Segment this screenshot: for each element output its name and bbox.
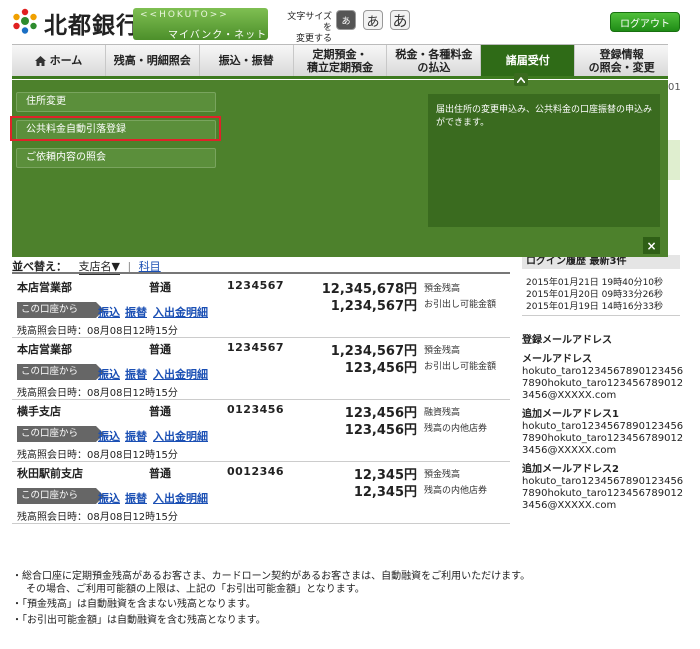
email-section-heading: 登録メールアドレス [522, 335, 612, 346]
branch-name: 秋田駅前支店 [17, 467, 83, 480]
bank-name: 北都銀行 [44, 13, 140, 39]
nav-transfer[interactable]: 振込・振替 [200, 45, 294, 76]
balance-secondary-label: お引出し可能金額 [424, 362, 497, 372]
email-title: メールアドレス [522, 354, 592, 365]
balance-secondary: 123,456円 [344, 361, 417, 376]
font-size-medium-button[interactable]: あ [363, 10, 383, 30]
account-transfer-link[interactable]: 振替 [125, 366, 147, 382]
divider [522, 315, 680, 316]
from-this-account-tag: この口座から [17, 364, 104, 380]
from-this-account-tag: この口座から [17, 302, 104, 318]
nav-applications[interactable]: 諸届受付 [481, 45, 576, 76]
home-icon [34, 55, 46, 66]
banner-subtitle: マイバンク・ネット [168, 30, 268, 41]
bank-logo-icon [13, 8, 37, 34]
account-number: 0123456 [227, 403, 285, 416]
inquiry-time: 残高照会日時：08月08日12時15分 [17, 450, 178, 461]
nav-balance-inquiry[interactable]: 残高・明細照会 [106, 45, 200, 76]
branch-name: 本店営業部 [17, 281, 72, 294]
transfer-link[interactable]: 振込 [98, 366, 120, 382]
inquiry-time: 残高照会日時：08月08日12時15分 [17, 388, 178, 399]
account-number: 0012346 [227, 465, 285, 478]
email-address: hokuto_taro1234567890123456 7890hokuto_t… [522, 421, 684, 456]
close-panel-button[interactable]: × [643, 237, 660, 254]
font-size-small-button[interactable]: あ [336, 10, 356, 30]
branch-name: 横手支店 [17, 405, 61, 418]
statement-link[interactable]: 入出金明細 [153, 490, 208, 506]
balance-secondary: 123,456円 [344, 423, 417, 438]
registered-email-section: 登録メールアドレス メールアドレス hokuto_taro12345678901… [522, 335, 684, 512]
balance-secondary-label: 残高の内他店券 [424, 424, 488, 434]
note-item: 総合口座に定期預金残高があるお客さま、カードローン契約があるお客さまは、自動融資… [12, 571, 572, 596]
highlight-box [10, 116, 221, 141]
account-transfer-link[interactable]: 振替 [125, 304, 147, 320]
from-this-account-tag: この口座から [17, 426, 104, 442]
account-row: 本店営業部 普通 1234567 1,234,567円 預金残高 123,456… [12, 338, 510, 400]
balance-secondary-label: 残高の内他店券 [424, 486, 488, 496]
nav-home-label: ホーム [49, 54, 83, 67]
balance-secondary: 1,234,567円 [330, 299, 417, 314]
balance-secondary: 12,345円 [353, 485, 417, 500]
email-title: 追加メールアドレス1 [522, 409, 619, 420]
menu-description-box: 届出住所の変更申込み、公共料金の口座振替の申込みができます。 [428, 94, 660, 227]
transfer-link[interactable]: 振込 [98, 490, 120, 506]
login-history-entry: 2015年01月20日 09時33分26秒 [526, 290, 664, 300]
account-transfer-link[interactable]: 振替 [125, 490, 147, 506]
login-history-list: 2015年01月21日 19時40分10秒 2015年01月20日 09時33分… [526, 277, 680, 313]
login-history-entry: 2015年01月19日 14時16分33秒 [526, 302, 664, 312]
nav-tax-payment[interactable]: 税金・各種料金 の払込 [387, 45, 482, 76]
transfer-link[interactable]: 振込 [98, 304, 120, 320]
account-row: 秋田駅前支店 普通 0012346 12,345円 預金残高 12,345円 残… [12, 462, 510, 524]
balance-primary-label: 預金残高 [424, 284, 461, 294]
branch-name: 本店営業部 [17, 343, 72, 356]
email-address: hokuto_taro1234567890123456 7890hokuto_t… [522, 366, 684, 401]
email-address: hokuto_taro1234567890123456 7890hokuto_t… [522, 476, 684, 511]
global-nav: ホーム 残高・明細照会 振込・振替 定期預金・ 積立定期預金 税金・各種料金 の… [12, 44, 668, 79]
balance-secondary-label: お引出し可能金額 [424, 300, 497, 310]
account-row: 本店営業部 普通 1234567 12,345,678円 預金残高 1,234,… [12, 276, 510, 338]
banner-hokuto-text: <<HOKUTO>> [140, 10, 229, 20]
note-item: 「預金残高」は自動融資を含まない残高となります。 [12, 599, 572, 612]
divider [12, 272, 510, 274]
statement-link[interactable]: 入出金明細 [153, 304, 208, 320]
from-this-account-tag: この口座から [17, 488, 104, 504]
account-number: 1234567 [227, 341, 285, 354]
font-size-large-button[interactable]: あ [390, 10, 410, 30]
notes-list: 総合口座に定期預金残高があるお客さま、カードローン契約があるお客さまは、自動融資… [12, 571, 572, 630]
note-item: 「お引出可能金額」は自動融資を含む残高となります。 [12, 615, 572, 628]
nav-time-deposit[interactable]: 定期預金・ 積立定期預金 [294, 45, 388, 76]
email-title: 追加メールアドレス2 [522, 464, 619, 475]
login-history-entry: 2015年01月21日 19時40分10秒 [526, 278, 664, 288]
background-column [668, 140, 680, 180]
logout-button[interactable]: ログアウト [610, 12, 680, 32]
nav-home[interactable]: ホーム [12, 45, 106, 76]
account-transfer-link[interactable]: 振替 [125, 428, 147, 444]
inquiry-time: 残高照会日時：08月08日12時15分 [17, 512, 178, 523]
account-type: 普通 [149, 281, 171, 294]
balance-primary-label: 融資残高 [424, 408, 461, 418]
account-number: 1234567 [227, 279, 285, 292]
transfer-link[interactable]: 振込 [98, 428, 120, 444]
account-row: 横手支店 普通 0123456 123,456円 融資残高 123,456円 残… [12, 400, 510, 462]
login-history-heading: ログイン履歴 最新3件 [522, 255, 680, 269]
statement-link[interactable]: 入出金明細 [153, 428, 208, 444]
nav-registration-info[interactable]: 登録情報 の照会・変更 [575, 45, 668, 76]
inquiry-time: 残高照会日時：08月08日12時15分 [17, 326, 178, 337]
balance-primary-label: 預金残高 [424, 346, 461, 356]
account-type: 普通 [149, 467, 171, 480]
page-corner-text: 01 [668, 82, 681, 93]
menu-address-change[interactable]: 住所変更 [16, 92, 216, 112]
font-size-label: 文字サイズを 変更する [287, 12, 332, 44]
collapse-up-icon[interactable] [514, 73, 528, 86]
account-type: 普通 [149, 343, 171, 356]
account-type: 普通 [149, 405, 171, 418]
statement-link[interactable]: 入出金明細 [153, 366, 208, 382]
menu-request-inquiry[interactable]: ご依頼内容の照会 [16, 148, 216, 168]
balance-primary-label: 預金残高 [424, 470, 461, 480]
